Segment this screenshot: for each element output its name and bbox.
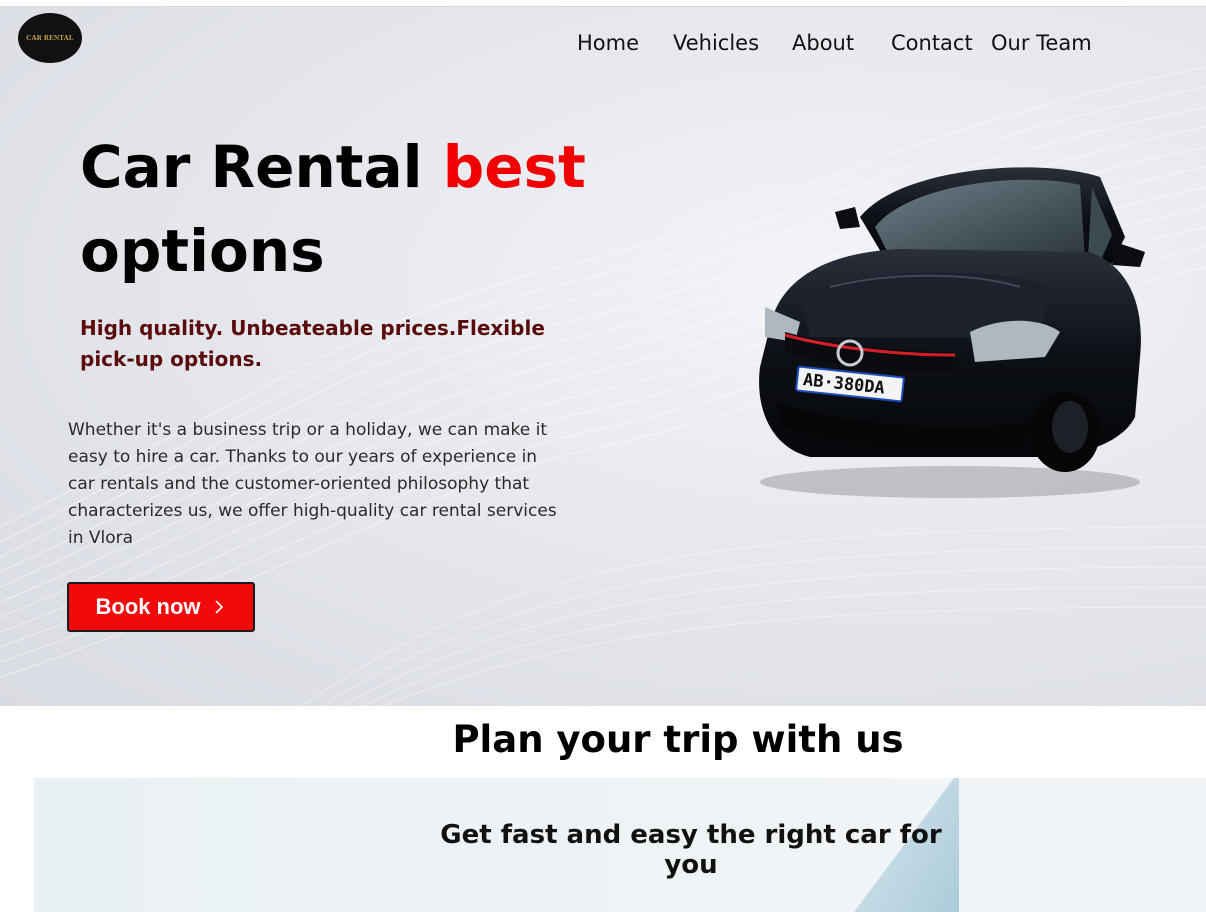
hero-title-accent: best: [442, 133, 586, 201]
hero-tagline: High quality. Unbeateable prices.Flexibl…: [80, 316, 545, 371]
nav-home[interactable]: Home: [577, 31, 639, 55]
hero-section: CAR RENTAL Home Vehicles About Contact O…: [0, 6, 1206, 706]
main-nav: Home Vehicles About Contact Our Team: [0, 31, 1206, 61]
plan-subtitle: Get fast and easy the right car for you: [440, 820, 942, 880]
hero-title-part2: options: [80, 217, 325, 285]
nav-about[interactable]: About: [792, 31, 854, 55]
panel-light-area: [959, 778, 1206, 912]
plan-panel: Get fast and easy the right car for you: [34, 778, 1206, 912]
hero-title-part1: Car Rental: [80, 133, 443, 201]
nav-our-team[interactable]: Our Team: [991, 31, 1092, 55]
book-now-label: Book now: [95, 594, 201, 619]
nav-vehicles[interactable]: Vehicles: [673, 31, 759, 55]
nav-contact[interactable]: Contact: [891, 31, 973, 55]
hero-title: Car Rental best options: [80, 125, 600, 293]
car-image: AB·380DA: [759, 167, 1145, 498]
chevron-right-icon: [214, 600, 223, 614]
hero-intro: Whether it's a business trip or a holida…: [68, 420, 557, 548]
book-now-button[interactable]: Book now: [67, 582, 255, 632]
plan-section-title: Plan your trip with us: [452, 718, 904, 761]
